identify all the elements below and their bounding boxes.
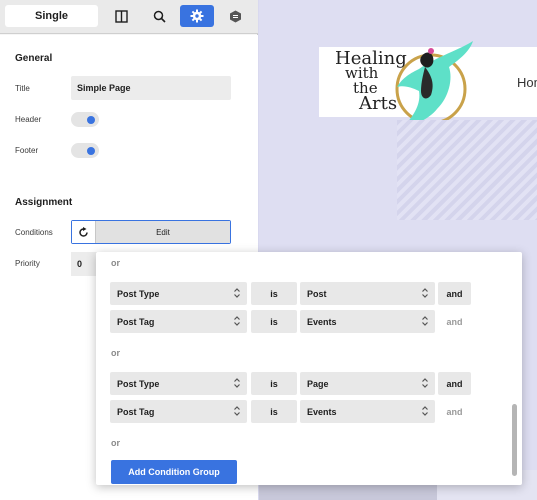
- condition-value-select[interactable]: Events: [300, 310, 435, 333]
- conditions-edit-button[interactable]: Edit: [96, 221, 230, 243]
- select-value: Events: [307, 406, 337, 417]
- condition-field-select[interactable]: Post Tag: [110, 400, 247, 423]
- site-header: Healing with the Arts Hom: [319, 41, 537, 127]
- settings-button[interactable]: [180, 5, 214, 27]
- conditions-control: Edit: [71, 220, 231, 244]
- toggle-knob: [87, 116, 95, 124]
- condition-field-select[interactable]: Post Tag: [110, 310, 247, 333]
- and-button[interactable]: and: [438, 310, 471, 333]
- chevron-updown-icon: [234, 288, 240, 298]
- select-value: Events: [307, 316, 337, 327]
- condition-field-select[interactable]: Post Type: [110, 282, 247, 305]
- chevron-updown-icon: [422, 316, 428, 326]
- hero-pattern: [397, 120, 537, 220]
- footer-toggle[interactable]: [71, 143, 99, 158]
- condition-operator[interactable]: is: [251, 310, 297, 333]
- select-value: Post Tag: [117, 406, 155, 417]
- condition-operator[interactable]: is: [251, 282, 297, 305]
- search-icon: [153, 10, 166, 23]
- condition-operator[interactable]: is: [251, 400, 297, 423]
- condition-value-select[interactable]: Events: [300, 400, 435, 423]
- select-value: Post: [307, 288, 327, 299]
- title-label: Title: [15, 84, 30, 93]
- tab-single[interactable]: Single: [5, 5, 98, 27]
- header-label: Header: [15, 115, 42, 124]
- stylebook-icon: [229, 10, 241, 22]
- title-input[interactable]: Simple Page: [71, 76, 231, 100]
- select-value: Post Tag: [117, 316, 155, 327]
- general-heading: General: [15, 53, 53, 64]
- chevron-updown-icon: [422, 288, 428, 298]
- or-label: or: [111, 258, 120, 268]
- condition-operator[interactable]: is: [251, 372, 297, 395]
- chevron-updown-icon: [422, 406, 428, 416]
- condition-field-select[interactable]: Post Type: [110, 372, 247, 395]
- select-value: Post Type: [117, 288, 160, 299]
- chevron-updown-icon: [234, 316, 240, 326]
- and-button[interactable]: and: [438, 372, 471, 395]
- condition-value-select[interactable]: Page: [300, 372, 435, 395]
- select-value: Page: [307, 378, 329, 389]
- footer-label: Footer: [15, 146, 39, 155]
- add-condition-group-button[interactable]: Add Condition Group: [111, 460, 237, 484]
- chevron-updown-icon: [234, 406, 240, 416]
- search-button[interactable]: [142, 5, 176, 27]
- conditions-reset-button[interactable]: [72, 221, 96, 243]
- layout-button[interactable]: [104, 5, 138, 27]
- priority-input[interactable]: 0: [71, 252, 97, 276]
- condition-value-select[interactable]: Post: [300, 282, 435, 305]
- conditions-label: Conditions: [15, 228, 53, 237]
- refresh-icon: [79, 226, 88, 237]
- and-button[interactable]: and: [438, 400, 471, 423]
- columns-icon: [114, 9, 128, 23]
- gear-icon: [190, 9, 204, 23]
- popover-scrollbar[interactable]: [510, 252, 518, 485]
- chevron-updown-icon: [234, 378, 240, 388]
- toggle-knob: [87, 147, 95, 155]
- chevron-updown-icon: [422, 378, 428, 388]
- conditions-popover: or Post Type is Post and Post Tag is Eve…: [96, 252, 522, 485]
- header-toggle[interactable]: [71, 112, 99, 127]
- nav-link-home[interactable]: Hom: [517, 75, 537, 90]
- panel-toolbar: Single: [0, 0, 258, 34]
- assignment-heading: Assignment: [15, 197, 73, 208]
- select-value: Post Type: [117, 378, 160, 389]
- or-label: or: [111, 438, 120, 448]
- scrollbar-thumb[interactable]: [512, 404, 517, 476]
- stylebook-button[interactable]: [218, 5, 252, 27]
- or-label: or: [111, 348, 120, 358]
- priority-label: Priority: [15, 259, 40, 268]
- and-button[interactable]: and: [438, 282, 471, 305]
